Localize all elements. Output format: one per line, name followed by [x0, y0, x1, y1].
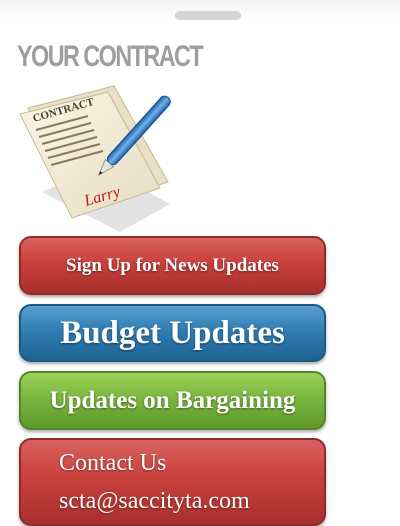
sign-up-news-button[interactable]: Sign Up for News Updates [19, 236, 326, 295]
budget-updates-button[interactable]: Budget Updates [19, 304, 326, 362]
contact-title: Contact Us [59, 450, 167, 476]
bargaining-updates-button[interactable]: Updates on Bargaining [19, 371, 326, 430]
section-heading: YOUR CONTRACT [17, 40, 204, 73]
contact-email[interactable]: scta@saccityta.com [59, 482, 250, 520]
drag-handle[interactable] [175, 11, 241, 20]
contact-us-button[interactable]: Contact Us scta@saccityta.com [19, 438, 326, 526]
contract-signed-icon[interactable]: CONTRACT Larry [10, 84, 180, 234]
